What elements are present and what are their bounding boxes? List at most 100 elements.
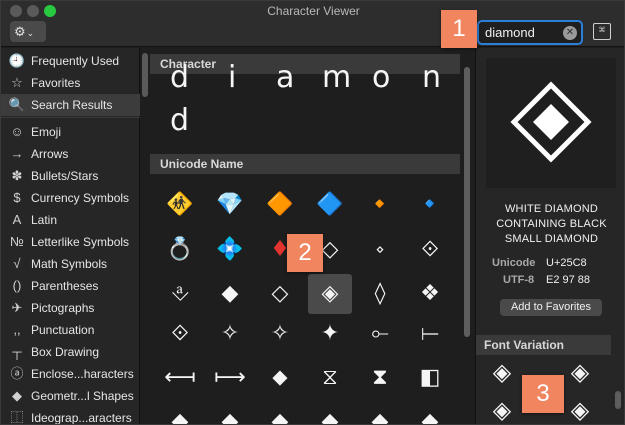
glyph-white-four-pointed-star[interactable]: ✧ [208, 314, 252, 354]
glyph-gem-stone[interactable]: 💎 [208, 185, 252, 225]
glyph-four-diamonds[interactable]: ❖ [408, 274, 452, 314]
glyph-diamond-operator[interactable]: ⋄ [358, 230, 402, 270]
sidebar-item-enclosed-characters[interactable]: ⓐ Enclose...haracters [1, 363, 140, 385]
search-char-d2[interactable]: d [170, 103, 189, 138]
glyph-white-hourglass[interactable]: ⧖ [308, 358, 352, 398]
font-variation-scrollbar[interactable] [615, 391, 621, 409]
glyph-white-diamond-containing-black-small-diamond[interactable]: ◈ [308, 274, 352, 314]
glyph-long-left-arrow-from-bar[interactable]: ⟻ [158, 358, 202, 398]
parentheses-icon: () [12, 278, 22, 293]
sidebar-item-label: Emoji [31, 125, 62, 139]
glyph-ring[interactable]: 💍 [158, 230, 202, 270]
sidebar-item-letterlike-symbols[interactable]: № Letterlike Symbols [1, 231, 140, 253]
square-root-icon: √ [13, 256, 21, 271]
glyph-white-concave-diamond[interactable]: ⟐ [408, 230, 452, 270]
search-char-n[interactable]: n [422, 60, 441, 95]
search-field[interactable]: diamond ✕ [477, 20, 583, 45]
arrow-icon: → [10, 146, 24, 161]
character-panel-scrollbar[interactable] [464, 67, 470, 337]
glyph-row6-4[interactable]: ◆ [308, 402, 352, 424]
font-variation-glyph[interactable]: ◈ [562, 394, 598, 424]
glyph-row6-1[interactable]: ◆ [158, 402, 202, 424]
font-variation-glyph[interactable]: ◈ [484, 356, 520, 388]
glyph-small-blue-diamond[interactable]: 🔹 [408, 185, 452, 225]
glyph-left-multimap[interactable]: ⟜ [358, 314, 402, 354]
sidebar-item-label: Letterlike Symbols [31, 235, 130, 249]
glyph-lozenge[interactable]: ◊ [358, 274, 402, 314]
sidebar-item-label: Arrows [31, 147, 69, 161]
glyph-diamond-with-dot-2[interactable]: ⟐ [158, 314, 202, 354]
sidebar-scrollbar[interactable] [142, 53, 148, 97]
smiley-icon: ☺ [10, 124, 24, 139]
sidebar-item-label: Box Drawing [31, 345, 100, 359]
sidebar-item-label: Frequently Used [31, 54, 120, 68]
unicode-value: U+25C8 [546, 257, 587, 269]
sidebar-item-bullets-stars[interactable]: ✽ Bullets/Stars [1, 165, 140, 187]
glyph-long-right-arrow-from-bar[interactable]: ⟼ [208, 358, 252, 398]
add-to-favorites-button[interactable]: Add to Favorites [500, 299, 602, 316]
title-bar: Character Viewer ⚙⌄ diamond ✕ ⌘ [1, 1, 624, 47]
sidebar-item-punctuation[interactable]: ,, Punctuation [1, 319, 140, 341]
sidebar-item-box-drawing[interactable]: ┬ Box Drawing [1, 341, 140, 363]
asterisk-icon: ✽ [11, 168, 23, 183]
glyph-row6-3[interactable]: ◆ [258, 402, 302, 424]
action-menu-button[interactable]: ⚙⌄ [10, 21, 46, 42]
glyph-row6-5[interactable]: ◆ [358, 402, 402, 424]
utf8-value: E2 97 88 [546, 274, 591, 286]
sidebar-item-label: Geometr...l Shapes [31, 389, 134, 403]
sidebar-item-label: Latin [31, 213, 58, 227]
character-name-line: SMALL DIAMOND [504, 233, 599, 245]
keyboard-viewer-icon[interactable]: ⌘ [593, 23, 611, 40]
glyph-right-multimap[interactable]: ⟝ [408, 314, 452, 354]
font-variation-glyph[interactable]: ◈ [562, 356, 598, 388]
glyph-large-blue-diamond[interactable]: 🔷 [308, 185, 352, 225]
glyph-large-orange-diamond[interactable]: 🔶 [258, 185, 302, 225]
sidebar-item-latin[interactable]: A Latin [1, 209, 140, 231]
sidebar-item-pictographs[interactable]: ✈ Pictographs [1, 297, 140, 319]
sidebar-item-label: Pictographs [31, 301, 95, 315]
sidebar-item-label: Punctuation [31, 323, 95, 337]
font-variation-glyph[interactable]: ◈ [484, 394, 520, 424]
sidebar-item-emoji[interactable]: ☺ Emoji [1, 121, 140, 143]
glyph-white-four-pointed-star-2[interactable]: ✧ [258, 314, 302, 354]
sidebar-item-arrows[interactable]: → Arrows [1, 143, 140, 165]
sidebar-item-label: Parentheses [31, 279, 99, 293]
glyph-row6-2[interactable]: ◆ [208, 402, 252, 424]
glyph-small-orange-diamond[interactable]: 🔸 [358, 185, 402, 225]
sidebar-item-math-symbols[interactable]: √ Math Symbols [1, 253, 140, 275]
sidebar-item-currency-symbols[interactable]: $ Currency Symbols [1, 187, 140, 209]
character-name-line: WHITE DIAMOND [504, 203, 599, 215]
ideograph-icon: ⿰ [10, 410, 24, 425]
glyph-half-black-square[interactable]: ◧ [408, 358, 452, 398]
clear-search-icon[interactable]: ✕ [563, 26, 577, 40]
sidebar-item-frequently-used[interactable]: 🕘 Frequently Used [1, 50, 140, 72]
search-char-d[interactable]: d [170, 60, 189, 95]
sidebar-item-geometric-shapes[interactable]: ◆ Geometr...l Shapes [1, 385, 140, 407]
sidebar-item-label: Bullets/Stars [31, 169, 99, 183]
search-char-m[interactable]: m [322, 60, 351, 95]
glyph-black-four-pointed-star[interactable]: ✦ [308, 314, 352, 354]
sidebar-item-parentheses[interactable]: () Parentheses [1, 275, 140, 297]
glyph-black-hourglass[interactable]: ⧗ [358, 358, 402, 398]
glyph-diamond-with-dot[interactable]: 💠 [208, 230, 252, 270]
glyph-diamond-underbar[interactable]: ⎀ [158, 274, 202, 314]
font-variation-header: Font Variation [476, 335, 611, 355]
circled-a-icon: ⓐ [10, 366, 24, 381]
airplane-icon: ✈ [11, 300, 23, 315]
glyph-black-diamond[interactable]: ◆ [208, 274, 252, 314]
glyph-row6-6[interactable]: ◆ [408, 402, 452, 424]
glyph-black-medium-diamond[interactable]: ⬥ [258, 358, 302, 398]
unicode-name-section-header: Unicode Name [150, 154, 460, 174]
sidebar-item-ideographic[interactable]: ⿰ Ideograp...aracters [1, 407, 140, 425]
search-input[interactable]: diamond [485, 25, 535, 40]
sidebar-item-label: Ideograp...aracters [31, 411, 132, 425]
large-glyph-preview-icon [510, 81, 592, 163]
search-char-o[interactable]: o [372, 60, 390, 95]
magnifier-icon: 🔍 [8, 97, 26, 112]
glyph-white-diamond[interactable]: ◇ [258, 274, 302, 314]
sidebar-item-search-results[interactable]: 🔍 Search Results [1, 94, 140, 116]
glyph-children-crossing[interactable]: 🚸 [158, 185, 202, 225]
sidebar-item-favorites[interactable]: ☆ Favorites [1, 72, 140, 94]
search-char-a[interactable]: a [276, 60, 294, 95]
search-char-i[interactable]: i [228, 60, 236, 95]
